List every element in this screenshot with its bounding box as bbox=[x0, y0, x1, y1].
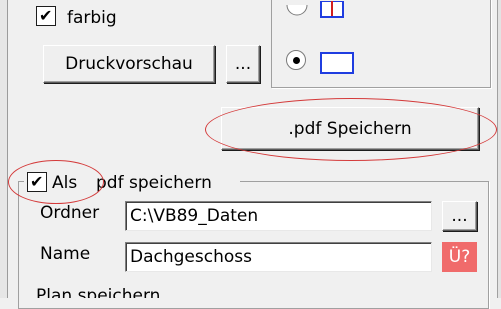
als-pdf-label-part2: pdf speichern bbox=[96, 173, 212, 193]
farbig-checkbox[interactable]: ✔ bbox=[36, 6, 56, 26]
highlight-ellipse-pdf-save bbox=[205, 98, 497, 161]
farbig-label: farbig bbox=[67, 8, 117, 28]
radio-landscape[interactable] bbox=[286, 50, 306, 70]
name-input[interactable]: Dachgeschoss bbox=[125, 242, 432, 272]
overwrite-warning-badge: Ü? bbox=[442, 242, 477, 272]
radio-portrait-partial[interactable] bbox=[286, 3, 308, 17]
print-preview-button[interactable]: Druckvorschau bbox=[43, 45, 215, 83]
highlight-ellipse-checkbox bbox=[8, 160, 104, 204]
plan-save-section-label: Plan speichern bbox=[36, 288, 161, 298]
checkmark-icon: ✔ bbox=[39, 6, 53, 25]
landscape-shape-icon bbox=[320, 52, 354, 74]
orientation-group bbox=[271, 0, 491, 88]
folder-input[interactable]: C:\VB89_Daten bbox=[125, 201, 432, 231]
radio-dot-icon bbox=[293, 57, 300, 64]
name-label: Name bbox=[40, 244, 91, 264]
bottom-section-clip: Plan speichern bbox=[8, 288, 497, 298]
portrait-shape-icon bbox=[320, 1, 344, 18]
right-panel-edge bbox=[497, 0, 501, 298]
left-panel-edge bbox=[0, 0, 8, 298]
folder-label: Ordner bbox=[40, 203, 100, 223]
preview-options-button[interactable]: ... bbox=[226, 45, 260, 83]
folder-browse-button[interactable]: ... bbox=[442, 201, 477, 231]
